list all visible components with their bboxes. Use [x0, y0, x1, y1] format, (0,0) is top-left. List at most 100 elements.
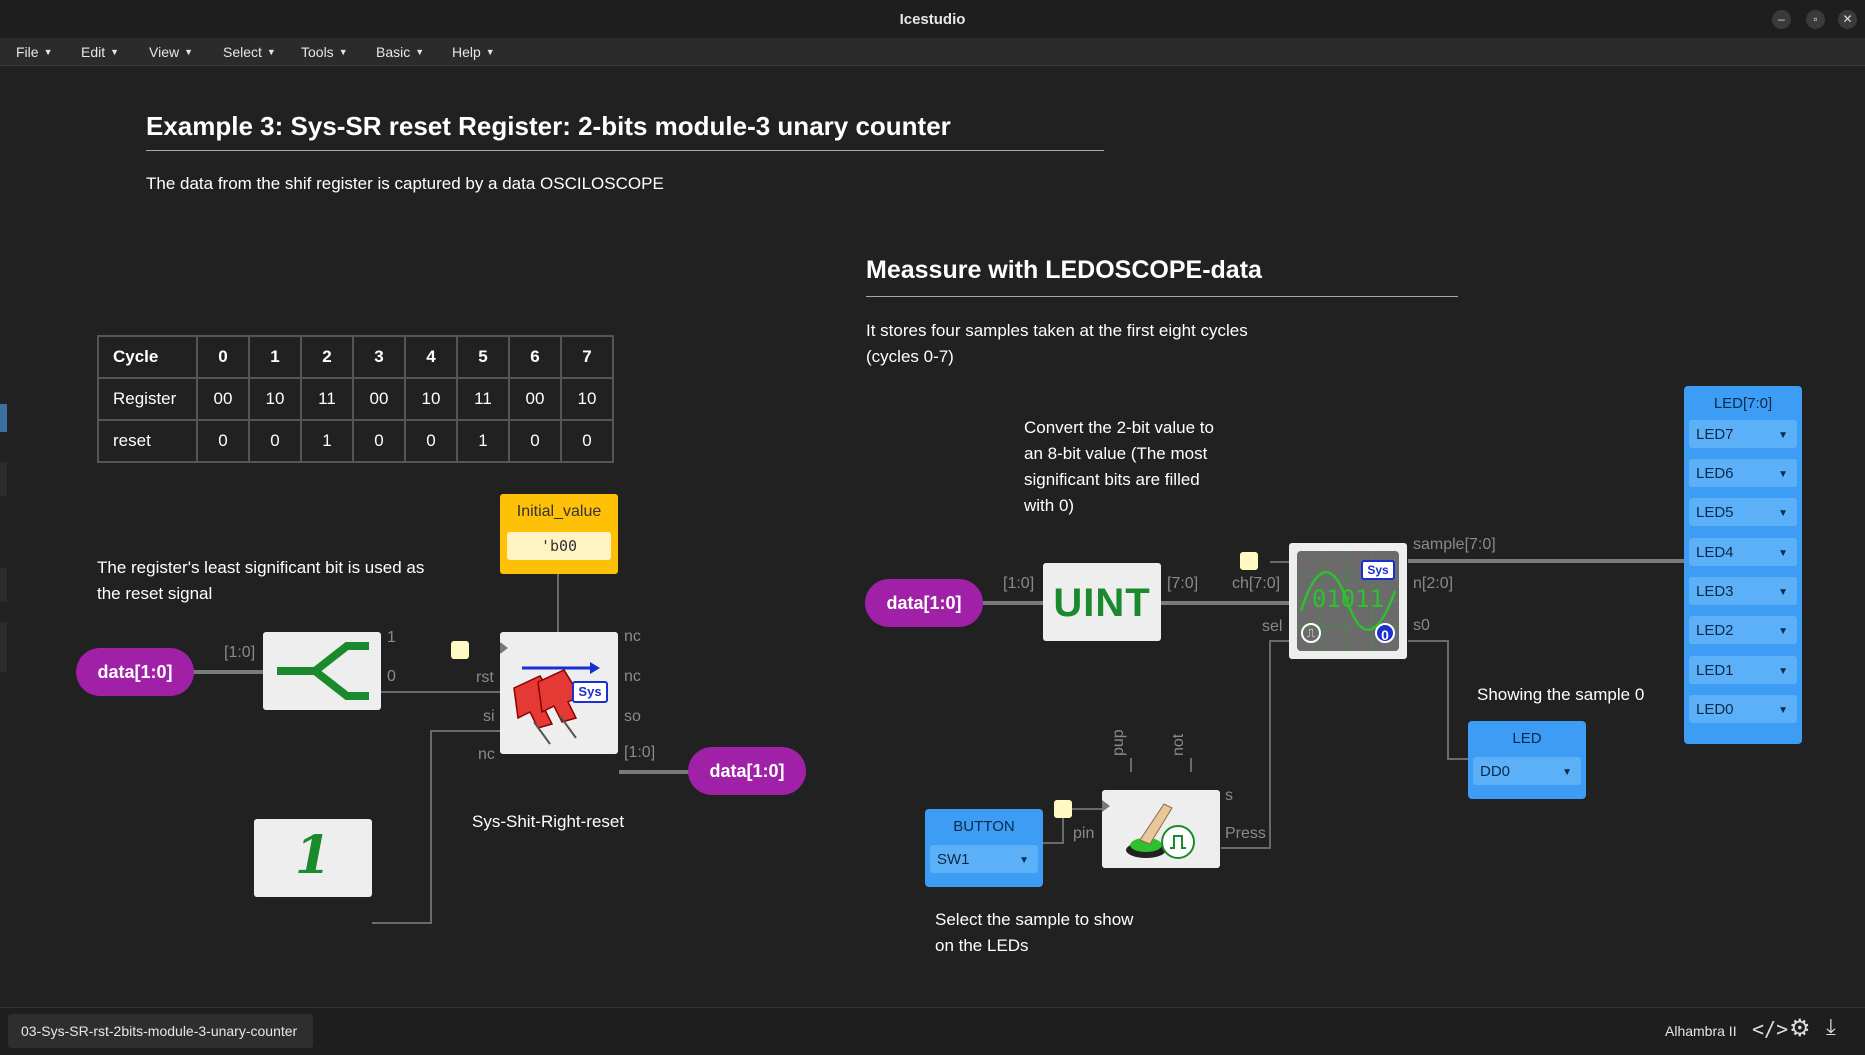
led-select[interactable]: LED1 ▼: [1689, 656, 1797, 684]
input-data-pin[interactable]: data[1:0]: [76, 648, 194, 696]
input-data-pin[interactable]: data[1:0]: [865, 579, 983, 627]
table-cell: 0: [404, 419, 458, 463]
chevron-down-icon: ▼: [43, 47, 53, 57]
chevron-down-icon: ▼: [110, 47, 120, 57]
button-title: BUTTON: [953, 818, 1015, 835]
table-cell: 00: [352, 377, 406, 421]
port-label: [1:0]: [624, 744, 656, 761]
led-select-value: LED5: [1696, 504, 1734, 521]
note-line: significant bits are filled: [1024, 470, 1200, 489]
chevron-down-icon: ▼: [1778, 430, 1788, 441]
led-select[interactable]: LED6 ▼: [1689, 459, 1797, 487]
led-select[interactable]: LED4 ▼: [1689, 538, 1797, 566]
clock-indicator: [1054, 800, 1072, 818]
menu-basic[interactable]: Basic ▼: [376, 44, 424, 60]
note-line: It stores four samples taken at the firs…: [866, 321, 1248, 340]
window-title: Icestudio: [899, 11, 966, 28]
button-input-block[interactable]: BUTTON SW1 ▼: [925, 809, 1043, 887]
bus-splitter-block[interactable]: [263, 632, 381, 710]
menu-bar: File ▼ Edit ▼ View ▼ Select ▼ Tools ▼ Basic ▼ …: [0, 38, 1865, 66]
table-row: reset 0 0 1 0 0 1 0 0: [97, 419, 614, 463]
leds-output-block[interactable]: LED[7:0] LED7 ▼ LED6 ▼ LED5 ▼ LED4 ▼ LED3 ▼ L…: [1684, 386, 1802, 744]
note-line: Select the sample to show: [935, 910, 1134, 929]
port-label: pup: [1110, 729, 1127, 756]
menu-tools[interactable]: Tools ▼: [301, 44, 348, 60]
wire[interactable]: [1160, 601, 1290, 605]
led-select[interactable]: LED5 ▼: [1689, 498, 1797, 526]
wire[interactable]: [1408, 559, 1685, 563]
design-canvas[interactable]: Example 3: Sys-SR reset Register: 2-bits…: [0, 66, 1865, 1007]
table-header: 5: [456, 335, 510, 379]
menu-file[interactable]: File ▼: [16, 44, 52, 60]
wire[interactable]: [381, 691, 501, 693]
table-cell: 10: [560, 377, 614, 421]
code-icon[interactable]: </>: [1752, 1017, 1788, 1041]
chevron-down-icon: ▼: [1778, 548, 1788, 559]
wire[interactable]: [1221, 847, 1271, 849]
wire: [1190, 758, 1192, 772]
menu-view[interactable]: View ▼: [149, 44, 193, 60]
restore-button[interactable]: ▫: [1806, 10, 1825, 29]
note-line: an 8-bit value (The most: [1024, 444, 1208, 463]
uint-converter-block[interactable]: UINT: [1043, 563, 1161, 641]
gear-icon[interactable]: ⚙: [1789, 1014, 1811, 1043]
led-select[interactable]: DD0 ▼: [1473, 757, 1581, 785]
table-cell: 11: [456, 377, 510, 421]
status-bar: 03-Sys-SR-rst-2bits-module-3-unary-count…: [0, 1007, 1865, 1055]
wire[interactable]: [430, 730, 432, 924]
menu-help[interactable]: Help ▼: [452, 44, 495, 60]
chevron-down-icon: ▼: [415, 47, 425, 57]
wire[interactable]: [619, 770, 691, 774]
wire[interactable]: [1269, 640, 1289, 642]
wire[interactable]: [1408, 640, 1448, 642]
initial-value-block[interactable]: Initial_value 'b00: [500, 494, 618, 574]
table-cell: Register: [97, 377, 198, 421]
table-cell: 0: [560, 419, 614, 463]
chevron-down-icon: ▼: [1019, 855, 1029, 866]
led-select[interactable]: LED7 ▼: [1689, 420, 1797, 448]
port-label: sample[7:0]: [1413, 536, 1496, 553]
download-icon[interactable]: ⤓: [1826, 1014, 1836, 1040]
table-cell: 10: [404, 377, 458, 421]
table-cell: 00: [196, 377, 250, 421]
wire[interactable]: [372, 922, 432, 924]
wire[interactable]: [1043, 842, 1064, 844]
wire[interactable]: [1447, 758, 1469, 760]
board-name[interactable]: Alhambra II: [1665, 1023, 1737, 1039]
led-select[interactable]: LED2 ▼: [1689, 616, 1797, 644]
pushbutton-block[interactable]: [1102, 790, 1220, 868]
wire[interactable]: [1270, 561, 1290, 563]
led-select[interactable]: LED0 ▼: [1689, 695, 1797, 723]
led-note: Showing the sample 0: [1477, 685, 1645, 704]
chevron-down-icon: ▼: [1778, 666, 1788, 677]
table-cell: 0: [248, 419, 302, 463]
led-select[interactable]: LED3 ▼: [1689, 577, 1797, 605]
port-label: s0: [1413, 617, 1430, 634]
lsb-note: The register's least significant bit is …: [97, 555, 424, 607]
close-button[interactable]: ✕: [1838, 10, 1857, 29]
wire[interactable]: [1269, 640, 1271, 849]
menu-select[interactable]: Select ▼: [223, 44, 276, 60]
ledoscope-block[interactable]: 01011 Sys 0 ⎍: [1289, 543, 1407, 659]
led-select-value: LED7: [1696, 426, 1734, 443]
chevron-down-icon: ▼: [1778, 587, 1788, 598]
port-label: not: [1170, 733, 1187, 756]
table-cell: 10: [248, 377, 302, 421]
wire[interactable]: [430, 730, 500, 732]
sys-shift-register-block[interactable]: Sys: [500, 632, 618, 754]
wire[interactable]: [1447, 640, 1449, 760]
wire[interactable]: [192, 670, 264, 674]
led-select-value: LED2: [1696, 622, 1734, 639]
minimize-button[interactable]: –: [1772, 10, 1791, 29]
project-tab[interactable]: 03-Sys-SR-rst-2bits-module-3-unary-count…: [8, 1014, 313, 1048]
button-select[interactable]: SW1 ▼: [930, 845, 1038, 873]
port-label: ch[7:0]: [1232, 575, 1281, 592]
title-bar: Icestudio – ▫ ✕: [0, 0, 1865, 39]
led-output-block[interactable]: LED DD0 ▼: [1468, 721, 1586, 799]
initial-value-input[interactable]: 'b00: [507, 532, 611, 560]
port-label: sel: [1262, 618, 1283, 635]
constant-one-block[interactable]: 1: [254, 819, 372, 897]
wire[interactable]: [980, 601, 1044, 605]
output-data-pin[interactable]: data[1:0]: [688, 747, 806, 795]
menu-edit[interactable]: Edit ▼: [81, 44, 119, 60]
